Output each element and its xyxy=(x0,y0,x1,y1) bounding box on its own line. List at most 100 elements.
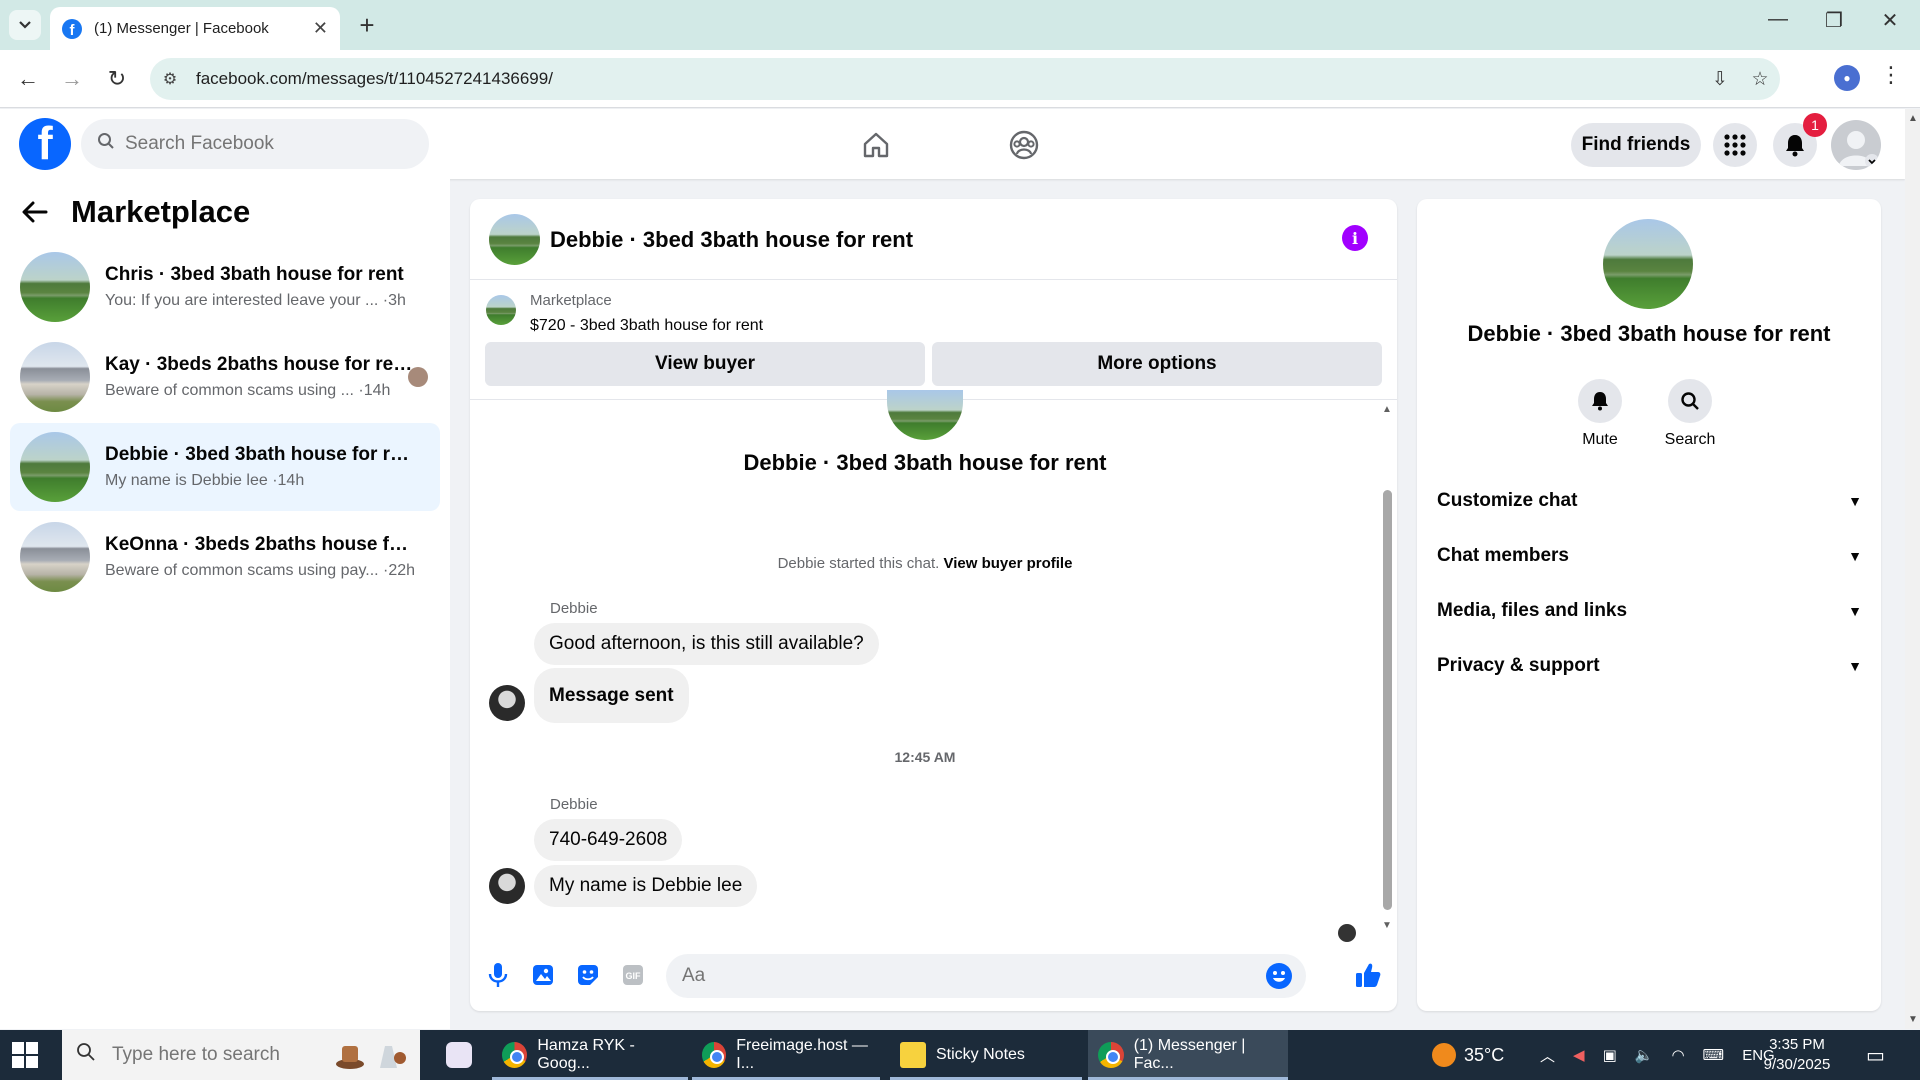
facebook-header: f Find friends 1 xyxy=(0,109,1905,179)
taskbar-search[interactable] xyxy=(62,1030,420,1080)
chat-avatar[interactable] xyxy=(489,214,540,265)
weather-sun-icon xyxy=(1432,1043,1456,1067)
find-friends-button[interactable]: Find friends xyxy=(1571,123,1701,167)
message-bubble[interactable]: 740-649-2608 xyxy=(534,819,683,861)
volume-muted-icon[interactable]: ◀ xyxy=(1573,1046,1585,1064)
scrollbar-thumb[interactable] xyxy=(1383,490,1392,910)
chat-title[interactable]: Debbie · 3bed 3bath house for rent xyxy=(550,227,913,253)
taskbar-search-input[interactable] xyxy=(112,1044,322,1066)
home-icon[interactable] xyxy=(854,123,898,167)
tab-search-button[interactable] xyxy=(9,10,41,40)
close-window-button[interactable]: ✕ xyxy=(1870,8,1910,33)
list-item[interactable]: Debbie · 3bed 3bath house for rent My na… xyxy=(10,423,440,511)
site-info-icon[interactable]: ⚙ xyxy=(150,69,190,89)
taskbar-app-paint[interactable] xyxy=(436,1030,486,1080)
chevron-up-icon[interactable]: ︿ xyxy=(1540,1045,1555,1066)
bookmark-star-icon[interactable]: ☆ xyxy=(1740,68,1780,91)
windows-start-icon[interactable] xyxy=(12,1042,38,1068)
list-item[interactable]: KeOnna · 3beds 2baths house for r... Bew… xyxy=(10,513,440,601)
keyboard-icon[interactable]: ⌨ xyxy=(1703,1046,1725,1064)
taskbar-clock[interactable]: 3:35 PM 9/30/2025 xyxy=(1752,1035,1842,1075)
chat-members-section[interactable]: Chat members ▼ xyxy=(1437,536,1862,576)
clock-time: 3:35 PM xyxy=(1769,1036,1825,1053)
svg-text:GIF: GIF xyxy=(626,971,642,981)
page-scrollbar[interactable]: ▲ ▼ xyxy=(1905,109,1920,1029)
conversation-thumbnail xyxy=(20,342,90,412)
facebook-search[interactable] xyxy=(81,119,429,169)
thread-scrollbar[interactable]: ▲ ▼ xyxy=(1380,400,1394,940)
taskbar-app-label: Hamza RYK - Goog... xyxy=(537,1037,635,1072)
view-buyer-profile-link[interactable]: View buyer profile xyxy=(944,555,1073,572)
back-button[interactable]: ← xyxy=(12,63,44,95)
search-conversation-button[interactable]: Search xyxy=(1650,379,1730,449)
account-avatar[interactable] xyxy=(1831,120,1881,170)
taskbar-app-label: (1) Messenger | Fac... xyxy=(1133,1037,1246,1072)
groups-icon[interactable] xyxy=(1002,123,1046,167)
message-bubble[interactable]: Good afternoon, is this still available? xyxy=(534,623,879,665)
listing-title[interactable]: $720 - 3bed 3bath house for rent xyxy=(530,317,763,335)
message-bubble[interactable]: My name is Debbie lee xyxy=(534,865,758,907)
scroll-up-icon[interactable]: ▲ xyxy=(1382,404,1392,415)
message-bubble[interactable]: Message sent xyxy=(534,668,689,723)
close-tab-icon[interactable]: ✕ xyxy=(313,18,328,39)
more-options-button[interactable]: More options xyxy=(932,342,1382,386)
back-arrow-icon[interactable] xyxy=(22,197,48,231)
search-label: Search xyxy=(1664,431,1716,448)
sender-avatar[interactable] xyxy=(489,685,525,721)
forward-button[interactable]: → xyxy=(56,63,88,95)
media-files-links-section[interactable]: Media, files and links ▼ xyxy=(1437,591,1862,631)
taskbar-app-chrome-3[interactable]: (1) Messenger | Fac... xyxy=(1088,1030,1288,1080)
conversation-name: KeOnna · 3beds 2baths house for r... xyxy=(105,534,415,555)
section-label: Media, files and links xyxy=(1437,600,1628,621)
listing-thumbnail xyxy=(486,295,516,325)
sender-avatar[interactable] xyxy=(489,868,525,904)
facebook-search-input[interactable] xyxy=(125,133,385,155)
microphone-icon[interactable] xyxy=(484,961,512,989)
weather-widget[interactable]: 35°C xyxy=(1432,1030,1504,1080)
taskbar-app-chrome-1[interactable]: Hamza RYK - Goog... xyxy=(492,1030,688,1080)
speaker-icon[interactable]: 🔈 xyxy=(1635,1046,1654,1064)
address-bar[interactable]: ⚙ facebook.com/messages/t/11045272414366… xyxy=(150,58,1780,100)
reload-button[interactable]: ↻ xyxy=(101,63,133,95)
gif-icon[interactable]: GIF xyxy=(619,961,647,989)
info-icon[interactable]: i xyxy=(1342,225,1368,251)
sticker-icon[interactable] xyxy=(574,961,602,989)
taskbar-app-chrome-2[interactable]: Freeimage.host — I... xyxy=(692,1030,880,1080)
menu-grid-icon[interactable] xyxy=(1713,123,1757,167)
wifi-icon[interactable]: ◠ xyxy=(1671,1046,1684,1064)
new-tab-button[interactable]: + xyxy=(352,10,382,40)
privacy-support-section[interactable]: Privacy & support ▼ xyxy=(1437,646,1862,686)
facebook-logo-icon[interactable]: f xyxy=(19,118,71,170)
list-item[interactable]: Chris · 3bed 3bath house for rent You: I… xyxy=(10,243,440,331)
conversation-preview: Beware of common scams using ... ·14h xyxy=(105,382,391,399)
message-timestamp: 12:45 AM xyxy=(894,749,956,765)
scroll-down-icon[interactable]: ▼ xyxy=(1382,920,1392,931)
message-thread: Debbie · 3bed 3bath house for rent Debbi… xyxy=(470,390,1397,942)
browser-tab-messenger[interactable]: f (1) Messenger | Facebook ✕ xyxy=(50,7,340,50)
taskbar-app-label: Freeimage.host — I... xyxy=(736,1037,868,1072)
restore-button[interactable]: ❐ xyxy=(1814,8,1854,33)
thumbs-up-icon[interactable] xyxy=(1354,961,1382,989)
scroll-up-icon[interactable]: ▲ xyxy=(1908,113,1918,124)
mute-button[interactable]: Mute xyxy=(1560,379,1640,449)
scroll-down-icon[interactable]: ▼ xyxy=(1908,1014,1918,1025)
install-app-icon[interactable]: ⇩ xyxy=(1700,68,1740,91)
browser-menu-icon[interactable]: ⋮ xyxy=(1880,62,1902,88)
contact-avatar[interactable] xyxy=(1603,219,1693,309)
notification-center-icon[interactable]: ▭ xyxy=(1866,1030,1885,1080)
message-composer: GIF xyxy=(470,940,1397,1011)
view-buyer-button[interactable]: View buyer xyxy=(485,342,925,386)
bell-icon xyxy=(1578,379,1622,423)
taskbar-app-sticky-notes[interactable]: Sticky Notes xyxy=(890,1030,1082,1080)
photo-icon[interactable] xyxy=(529,961,557,989)
minimize-button[interactable]: — xyxy=(1758,8,1798,31)
browser-profile-icon[interactable]: ● xyxy=(1834,65,1860,91)
emoji-icon[interactable] xyxy=(1266,963,1292,989)
conversation-name: Chris · 3bed 3bath house for rent xyxy=(105,264,404,285)
chevron-down-icon: ▼ xyxy=(1848,658,1862,674)
customize-chat-section[interactable]: Customize chat ▼ xyxy=(1437,481,1862,521)
message-input[interactable] xyxy=(682,965,1242,987)
message-input-wrapper[interactable] xyxy=(666,954,1306,998)
meet-now-icon[interactable]: ▣ xyxy=(1603,1046,1617,1064)
list-item[interactable]: Kay · 3beds 2baths house for rent. Bewar… xyxy=(10,333,440,421)
